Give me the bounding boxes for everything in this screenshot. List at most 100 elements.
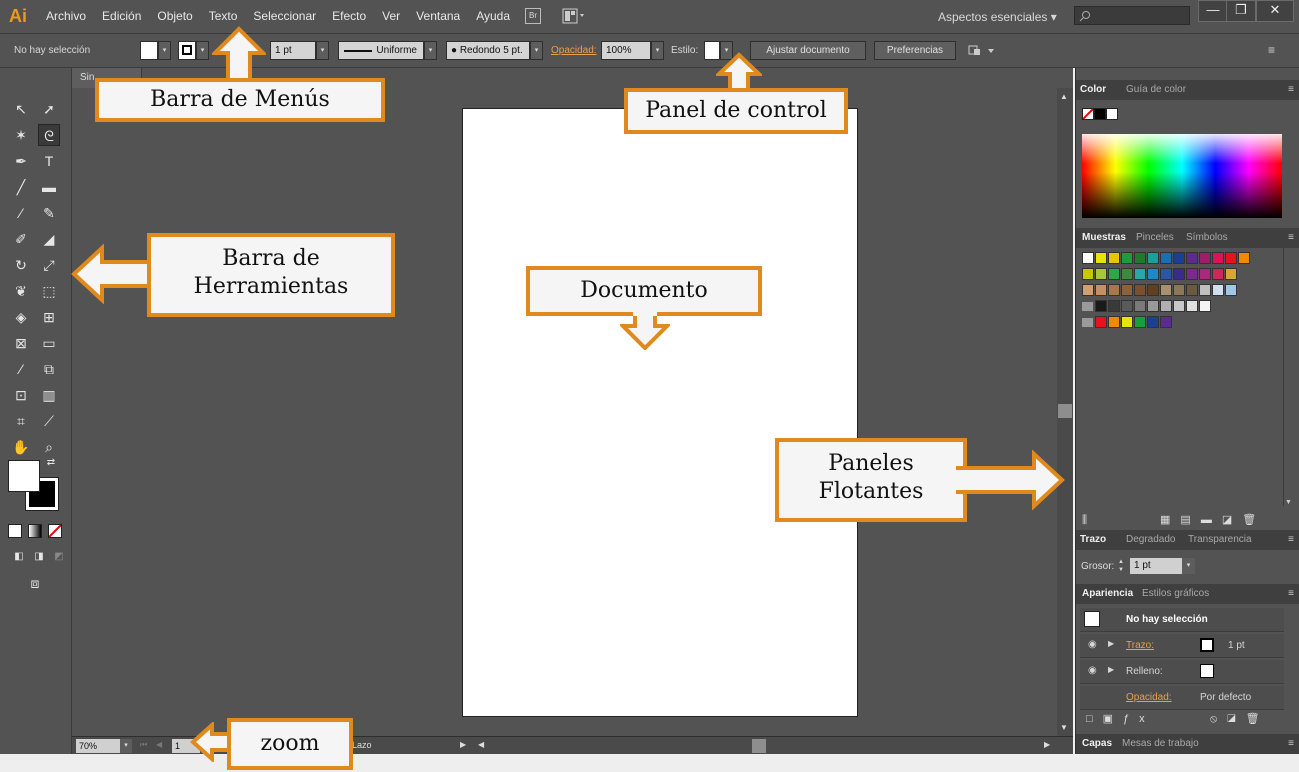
tab-stroke[interactable]: Trazo: [1080, 534, 1106, 545]
folder-icon[interactable]: [1082, 318, 1093, 327]
slice-tool-icon[interactable]: ⟋: [38, 410, 60, 432]
mesh-tool-icon[interactable]: ⊠: [10, 332, 32, 354]
stroke-weight-stepper[interactable]: ▲ ▼: [1118, 558, 1128, 574]
menu-edicion[interactable]: Edición: [102, 9, 141, 23]
swatch[interactable]: [1160, 268, 1172, 280]
stroke-dropdown[interactable]: ▾: [196, 41, 209, 60]
fill-row-label[interactable]: Relleno:: [1126, 666, 1163, 677]
screen-mode-icon[interactable]: ⧈: [24, 572, 46, 594]
swatch-options-icon[interactable]: ▤: [1180, 514, 1200, 526]
preferences-button[interactable]: Preferencias: [874, 41, 956, 60]
swatch[interactable]: [1134, 316, 1146, 328]
status-menu-icon[interactable]: ▶: [460, 740, 466, 749]
swatch[interactable]: [1082, 268, 1094, 280]
menu-objeto[interactable]: Objeto: [157, 9, 192, 23]
hand-tool-icon[interactable]: ✋: [10, 436, 32, 458]
swatch[interactable]: [1238, 252, 1250, 264]
swatch[interactable]: [1199, 284, 1211, 296]
swatch[interactable]: [1173, 300, 1185, 312]
swatch[interactable]: [1225, 252, 1237, 264]
draw-normal-icon[interactable]: ◧: [8, 546, 30, 568]
swatch[interactable]: [1160, 284, 1172, 296]
white-swatch[interactable]: [1106, 108, 1118, 120]
swap-colors-icon[interactable]: ⇄: [44, 456, 58, 470]
delete-swatch-icon[interactable]: 🗑: [1242, 514, 1266, 526]
tab-swatches[interactable]: Muestras: [1082, 232, 1126, 243]
swatch[interactable]: [1108, 300, 1120, 312]
delete-item-icon[interactable]: 🗑: [1246, 713, 1270, 725]
menu-archivo[interactable]: Archivo: [46, 9, 86, 23]
swatch[interactable]: [1199, 252, 1211, 264]
eye-icon[interactable]: ◉: [1088, 665, 1097, 676]
scroll-up-icon[interactable]: ▲: [1060, 92, 1068, 101]
eyedropper-tool-icon[interactable]: ⁄: [10, 358, 32, 380]
none-mode-button[interactable]: [48, 524, 62, 538]
pencil-tool-icon[interactable]: ✎: [38, 202, 60, 224]
tab-gradient[interactable]: Degradado: [1126, 534, 1175, 545]
close-button[interactable]: ✕: [1256, 0, 1294, 22]
panel-menu-icon[interactable]: ≡: [1288, 84, 1294, 95]
tab-color[interactable]: Color: [1080, 84, 1106, 95]
lasso-tool-icon[interactable]: ᘓ: [38, 124, 60, 146]
swatch[interactable]: [1160, 252, 1172, 264]
swatch[interactable]: [1147, 300, 1159, 312]
menu-efecto[interactable]: Efecto: [332, 9, 366, 23]
color-mode-button[interactable]: [8, 524, 22, 538]
stroke-weight-field[interactable]: 1 pt: [270, 41, 316, 60]
swatch[interactable]: [1095, 268, 1107, 280]
swatch[interactable]: [1134, 252, 1146, 264]
stroke-profile-field[interactable]: Uniforme: [338, 41, 424, 60]
stroke-row-label[interactable]: Trazo:: [1126, 640, 1154, 651]
opacity-field[interactable]: 100%: [601, 41, 651, 60]
swatch[interactable]: [1134, 300, 1146, 312]
swatch[interactable]: [1095, 252, 1107, 264]
swatch[interactable]: [1108, 252, 1120, 264]
swatch-scrollbar[interactable]: ▼: [1283, 244, 1293, 506]
eye-icon[interactable]: ◉: [1088, 639, 1097, 650]
draw-inside-icon[interactable]: ◩: [48, 546, 70, 568]
swatch[interactable]: [1095, 300, 1107, 312]
panel-menu-icon[interactable]: ≡: [1288, 588, 1294, 599]
swatch[interactable]: [1121, 300, 1133, 312]
swatch-libraries-icon[interactable]: ⫼: [1082, 514, 1093, 526]
draw-behind-icon[interactable]: ◨: [28, 546, 50, 568]
pen-tool-icon[interactable]: ✒: [10, 150, 32, 172]
swatch[interactable]: [1082, 284, 1094, 296]
swatch[interactable]: [1108, 284, 1120, 296]
type-tool-icon[interactable]: T: [38, 150, 60, 172]
adjust-document-button[interactable]: Ajustar documento: [750, 41, 866, 60]
swatch[interactable]: [1186, 284, 1198, 296]
opacity-label[interactable]: Opacidad:: [551, 45, 597, 56]
swatch[interactable]: [1173, 268, 1185, 280]
fill-row-swatch[interactable]: [1200, 664, 1214, 678]
clear-appearance-icon[interactable]: ⦸: [1210, 713, 1227, 725]
magic-wand-tool-icon[interactable]: ✶: [10, 124, 32, 146]
scroll-left-icon[interactable]: ◀: [478, 740, 484, 749]
black-swatch[interactable]: [1094, 108, 1106, 120]
menu-ayuda[interactable]: Ayuda: [476, 9, 510, 23]
panel-menu-icon[interactable]: ≡: [1288, 232, 1294, 243]
workspace-switcher[interactable]: Aspectos esenciales ▾: [938, 10, 1057, 24]
swatch[interactable]: [1108, 316, 1120, 328]
none-swatch[interactable]: [1082, 252, 1094, 264]
fill-dropdown[interactable]: ▾: [158, 41, 171, 60]
opacity-dropdown[interactable]: ▾: [651, 41, 664, 60]
symbol-sprayer-tool-icon[interactable]: ⊡: [10, 384, 32, 406]
add-fill-icon[interactable]: ▣: [1103, 713, 1123, 725]
swatch[interactable]: [1212, 284, 1224, 296]
swatch[interactable]: [1173, 252, 1185, 264]
brush-field[interactable]: ● Redondo 5 pt.: [446, 41, 530, 60]
menu-texto[interactable]: Texto: [209, 9, 238, 23]
tab-graphic-styles[interactable]: Estilos gráficos: [1142, 588, 1209, 599]
swatch[interactable]: [1186, 300, 1198, 312]
swatch[interactable]: [1225, 284, 1237, 296]
fx-icon[interactable]: ƒx: [1123, 713, 1155, 725]
menu-seleccionar[interactable]: Seleccionar: [253, 9, 316, 23]
scroll-right-icon[interactable]: ▶: [1044, 740, 1050, 749]
swatch[interactable]: [1160, 300, 1172, 312]
search-input[interactable]: [1074, 6, 1190, 25]
panel-menu-icon[interactable]: ≡: [1288, 738, 1294, 749]
graph-tool-icon[interactable]: ▥: [38, 384, 60, 406]
tab-appearance[interactable]: Apariencia: [1082, 588, 1133, 599]
swatch[interactable]: [1212, 252, 1224, 264]
